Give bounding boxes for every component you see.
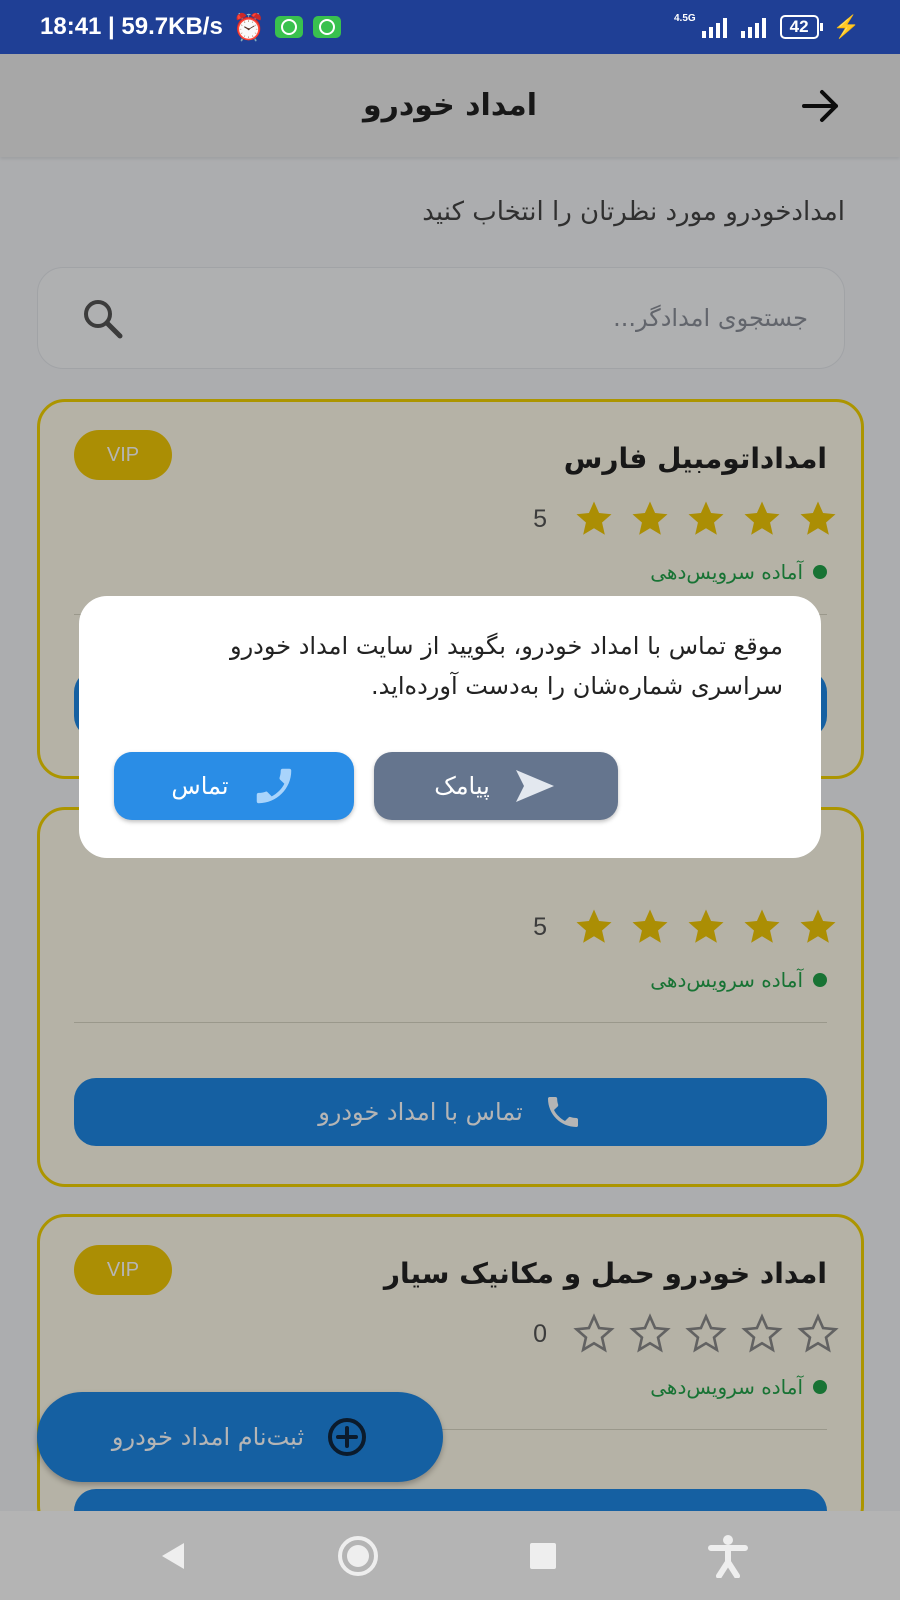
send-icon xyxy=(515,770,554,802)
home-nav-icon[interactable] xyxy=(333,1531,383,1581)
status-right: 4.5G 42 ⚡ xyxy=(674,14,860,40)
app-notification-icon xyxy=(313,16,342,38)
network-type: 4.5G xyxy=(673,13,696,24)
call-button-label: تماس xyxy=(171,772,229,800)
contact-dialog: موقع تماس با امداد خودرو، بگویید از سایت… xyxy=(79,596,821,858)
dialog-message: موقع تماس با امداد خودرو، بگویید از سایت… xyxy=(230,632,783,700)
status-left: 18:41 | 59.7KB/s ⏰ xyxy=(40,11,342,43)
phone-icon xyxy=(256,768,291,804)
call-button[interactable]: تماس xyxy=(114,752,354,820)
charging-icon: ⚡ xyxy=(832,14,860,39)
recents-nav-icon[interactable] xyxy=(518,1531,568,1581)
alarm-icon: ⏰ xyxy=(232,11,266,42)
app-notification-icon xyxy=(275,16,304,38)
back-nav-icon[interactable] xyxy=(148,1531,198,1581)
battery-icon: 42 xyxy=(779,15,823,39)
accessibility-icon[interactable] xyxy=(703,1531,753,1581)
status-bar: 18:41 | 59.7KB/s ⏰ 4.5G 42 ⚡ xyxy=(0,0,900,54)
sms-button[interactable]: پیامک xyxy=(374,752,618,820)
navigation-bar xyxy=(0,1511,900,1600)
status-time-speed: 18:41 | 59.7KB/s xyxy=(40,13,223,40)
sms-button-label: پیامک xyxy=(434,772,490,800)
signal-icon xyxy=(701,16,727,38)
signal-icon xyxy=(740,16,766,38)
